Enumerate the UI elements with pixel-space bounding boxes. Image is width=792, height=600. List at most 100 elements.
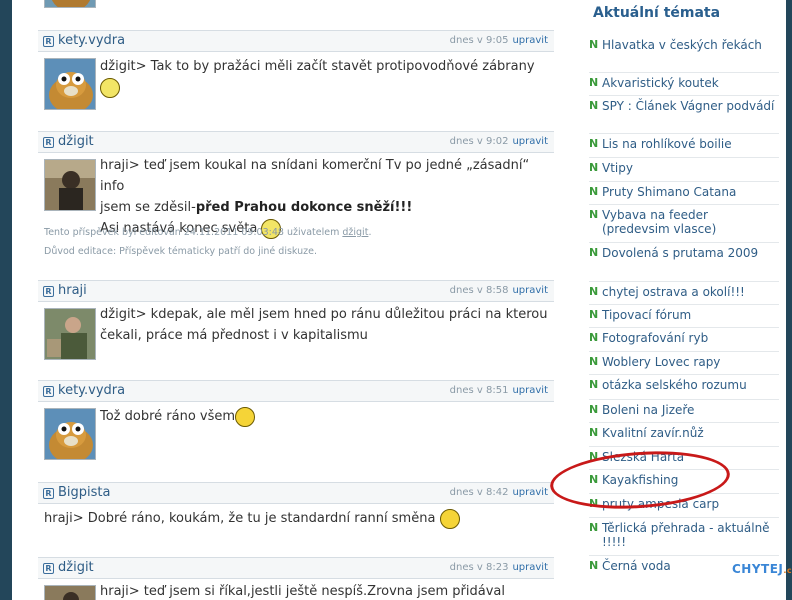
person-avatar[interactable] [44, 159, 96, 211]
post-time: dnes v 8:58 [449, 285, 509, 296]
post-meta: dnes v 9:02 upravit [450, 136, 548, 147]
post-time: dnes v 9:05 [449, 35, 509, 46]
post-username[interactable]: kety.vydra [58, 383, 125, 398]
post-text: Tož dobré ráno všem [100, 406, 550, 427]
edit-link[interactable]: upravit [512, 285, 548, 296]
post: R džigit dnes v 9:02 upravit hraji> teď j… [38, 131, 554, 257]
edit-link[interactable]: upravit [512, 35, 548, 46]
post-header: R džigit dnes v 8:23 upravit [38, 557, 554, 579]
post-username[interactable]: hraji [58, 283, 87, 298]
post-meta: dnes v 8:23 upravit [450, 562, 548, 573]
new-topic-icon: N [589, 426, 599, 439]
new-topic-icon: N [589, 308, 599, 321]
post-meta: dnes v 8:58 upravit [450, 285, 548, 296]
topic-title: Pruty Shimano Catana [602, 185, 737, 199]
topic-divider [589, 304, 779, 305]
post-text: džigit> kdepak, ale měl jsem hned po rán… [100, 304, 550, 346]
post-line: džigit> Tak to by pražáci měli začít sta… [100, 59, 535, 74]
topic-title: Hlavatka v českých řekách [602, 38, 762, 52]
user-icon: R [43, 137, 54, 148]
new-topic-icon: N [589, 185, 599, 198]
post-header: R kety.vydra dnes v 8:51 upravit [38, 380, 554, 402]
post: R hraji dnes v 8:58 upravit džigit> kdepa… [38, 280, 554, 360]
topics-sidebar: Aktuální témata N Hlavatka v českých řeká… [585, 0, 786, 600]
post-line: hraji> Dobré ráno, koukám, že tu je stan… [44, 511, 436, 526]
new-topic-icon: N [589, 285, 599, 298]
topic-divider [589, 517, 779, 518]
wink-smiley-icon [439, 508, 460, 529]
post-text: džigit> Tak to by pražáci měli začít sta… [100, 56, 550, 98]
post-time: dnes v 8:23 [449, 562, 509, 573]
topic-divider [589, 281, 779, 282]
topic-divider [589, 204, 779, 205]
post-line: hraji> teď jsem si říkal,jestli ještě ne… [100, 584, 505, 599]
topic-divider [589, 422, 779, 423]
otter-avatar[interactable] [44, 58, 96, 110]
topic-title: Tipovací fórum [602, 308, 692, 322]
new-topic-icon: N [589, 99, 599, 112]
new-topic-icon: N [589, 331, 599, 344]
post-meta: dnes v 8:51 upravit [450, 385, 548, 396]
topic-divider [589, 399, 779, 400]
post-username[interactable]: džigit [58, 134, 94, 149]
left-frame-edge [0, 0, 12, 600]
post: R kety.vydra dnes v 9:05 upravit džigit> … [38, 30, 554, 110]
topic-title: chytej ostrava a okolí!!! [602, 285, 745, 299]
topic-divider [589, 157, 779, 158]
edit-note: Tento příspěvek byl editován 24.11.2011 … [44, 227, 372, 238]
new-topic-icon: N [589, 208, 599, 221]
post-header: R Bigpista dnes v 8:42 upravit [38, 482, 554, 504]
topic-title: otázka selského rozumu [602, 378, 747, 392]
new-topic-icon: N [589, 521, 599, 534]
topic-divider [589, 327, 779, 328]
post-bold-text: před Prahou dokonce sněží!!! [195, 200, 413, 215]
edit-link[interactable]: upravit [512, 487, 548, 498]
post-time: dnes v 8:51 [449, 385, 509, 396]
topic-divider [589, 351, 779, 352]
topic-title: SPY : Článek Vágner podvádí [602, 99, 775, 113]
new-topic-icon: N [589, 355, 599, 368]
topic-title: Vybava na feeder (predevsim vlasce) [602, 208, 717, 236]
post-username[interactable]: džigit [58, 560, 94, 575]
new-topic-icon: N [589, 137, 599, 150]
post-header: R hraji dnes v 8:58 upravit [38, 280, 554, 302]
topic-divider [589, 133, 779, 134]
post-line: čekali, práce má přednost i v kapitalism… [100, 328, 368, 343]
new-topic-icon: N [589, 246, 599, 259]
post-username[interactable]: kety.vydra [58, 33, 125, 48]
site-logo: CHYTEJ.cz [732, 562, 792, 576]
post: R kety.vydra dnes v 8:51 upravit Tož dobr… [38, 380, 554, 460]
post-line: jsem se zděsil-před Prahou dokonce sněží… [100, 200, 413, 215]
wink-smiley-icon [235, 406, 256, 427]
post-username[interactable]: Bigpista [58, 485, 110, 500]
person-avatar[interactable] [44, 585, 96, 600]
avatar-partial [44, 0, 96, 8]
edit-link[interactable]: upravit [512, 136, 548, 147]
otter-avatar[interactable] [44, 408, 96, 460]
new-topic-icon: N [589, 403, 599, 416]
topic-title: Woblery Lovec rapy [602, 355, 721, 369]
edit-reason: Důvod editace: Příspěvek tématicky patří… [44, 246, 317, 257]
post-header: R džigit dnes v 9:02 upravit [38, 131, 554, 153]
grin-smiley-icon [100, 77, 120, 98]
user-icon: R [43, 563, 54, 574]
topic-title: Fotografování ryb [602, 331, 709, 345]
user-icon: R [43, 386, 54, 397]
topic-divider [589, 374, 779, 375]
new-topic-icon: N [589, 161, 599, 174]
new-topic-icon: N [589, 559, 599, 572]
user-icon: R [43, 488, 54, 499]
editor-link[interactable]: džigit [342, 227, 368, 238]
topic-title: Kvalitní zavír.nůž [602, 426, 704, 440]
post-text: hraji> teď jsem si říkal,jestli ještě ne… [100, 581, 550, 600]
post-meta: dnes v 8:42 upravit [450, 487, 548, 498]
topic-divider [589, 242, 779, 243]
person-avatar[interactable] [44, 308, 96, 360]
post: R džigit dnes v 8:23 upravit hraji> teď j… [38, 557, 554, 600]
post-time: dnes v 8:42 [449, 487, 509, 498]
right-frame-edge [786, 0, 792, 600]
topic-title: Dovolená s prutama 2009 [602, 246, 759, 260]
edit-link[interactable]: upravit [512, 385, 548, 396]
edit-link[interactable]: upravit [512, 562, 548, 573]
discussion-posts: R kety.vydra dnes v 9:05 upravit džigit> … [38, 0, 554, 600]
